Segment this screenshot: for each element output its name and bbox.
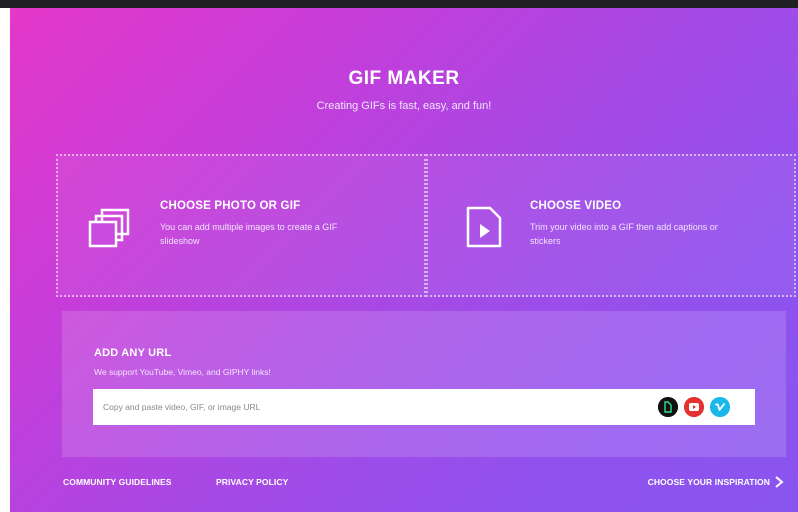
- page-subtitle: Creating GIFs is fast, easy, and fun!: [316, 100, 492, 112]
- giphy-icon: [658, 397, 678, 417]
- left-edge: [0, 8, 10, 512]
- choose-video-heading: CHOOSE VIDEO: [530, 200, 622, 212]
- choose-photo-description: You can add multiple images to create a …: [160, 222, 338, 246]
- add-url-heading: ADD ANY URL: [94, 347, 172, 359]
- choose-inspiration-link[interactable]: CHOOSE YOUR INSPIRATION: [648, 477, 770, 487]
- add-url-panel: ADD ANY URL We support YouTube, Vimeo, a…: [62, 311, 786, 457]
- page-title: GIF MAKER: [348, 68, 460, 89]
- add-url-subheading: We support YouTube, Vimeo, and GIPHY lin…: [94, 367, 271, 377]
- choose-video-description: Trim your video into a GIF then add capt…: [530, 222, 718, 246]
- gif-maker-page: GIF MAKER Creating GIFs is fast, easy, a…: [10, 8, 798, 512]
- privacy-policy-link[interactable]: PRIVACY POLICY: [216, 477, 288, 487]
- vimeo-icon: [710, 397, 730, 417]
- chevron-right-icon[interactable]: [774, 476, 784, 488]
- choose-video-button[interactable]: CHOOSE VIDEO Trim your video into a GIF …: [426, 154, 796, 297]
- images-icon: [88, 208, 130, 248]
- top-bar: [0, 0, 798, 8]
- choose-photo-button[interactable]: CHOOSE PHOTO OR GIF You can add multiple…: [56, 154, 426, 297]
- community-guidelines-link[interactable]: COMMUNITY GUIDELINES: [63, 477, 172, 487]
- video-file-icon: [466, 206, 502, 248]
- url-input[interactable]: [93, 389, 755, 425]
- youtube-icon: [684, 397, 704, 417]
- choose-photo-heading: CHOOSE PHOTO OR GIF: [160, 200, 301, 212]
